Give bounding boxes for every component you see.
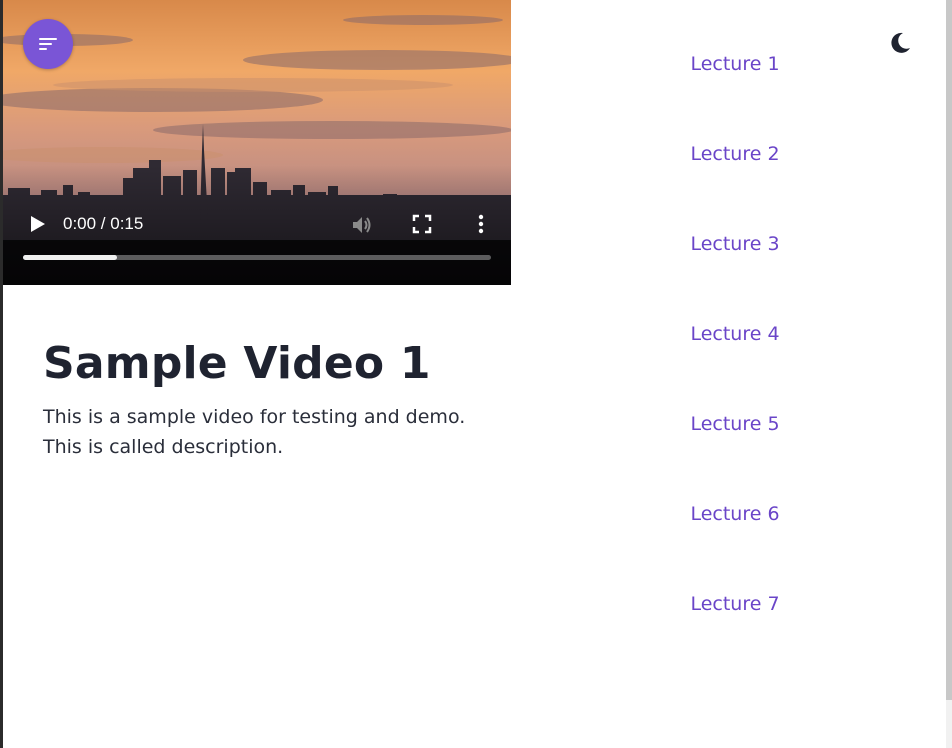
description-line: This is a sample video for testing and d… bbox=[43, 406, 466, 428]
lecture-label: Lecture 7 bbox=[690, 593, 780, 615]
lecture-label: Lecture 4 bbox=[690, 323, 780, 345]
page-scrollbar[interactable] bbox=[946, 0, 952, 748]
lecture-item-7[interactable]: Lecture 7 bbox=[640, 590, 830, 680]
lecture-label: Lecture 3 bbox=[690, 233, 780, 255]
lecture-label: Lecture 5 bbox=[690, 413, 780, 435]
video-title: Sample Video 1 bbox=[43, 338, 431, 389]
description-line: This is called description. bbox=[43, 436, 284, 458]
video-progress-bar[interactable] bbox=[23, 255, 491, 260]
play-icon[interactable] bbox=[27, 214, 47, 234]
menu-lines-icon bbox=[39, 38, 57, 50]
lecture-label: Lecture 6 bbox=[690, 503, 780, 525]
lecture-label: Lecture 2 bbox=[690, 143, 780, 165]
lecture-label: Lecture 1 bbox=[690, 53, 780, 75]
lecture-item-4[interactable]: Lecture 4 bbox=[640, 320, 830, 410]
video-description: This is a sample video for testing and d… bbox=[43, 402, 503, 462]
scrollbar-thumb[interactable] bbox=[946, 0, 952, 700]
more-vertical-icon[interactable] bbox=[473, 213, 489, 235]
lecture-item-5[interactable]: Lecture 5 bbox=[640, 410, 830, 500]
lecture-item-3[interactable]: Lecture 3 bbox=[640, 230, 830, 320]
lecture-item-6[interactable]: Lecture 6 bbox=[640, 500, 830, 590]
video-progress-fill bbox=[23, 255, 117, 260]
lecture-item-1[interactable]: Lecture 1 bbox=[640, 50, 830, 140]
lecture-list: Lecture 1 Lecture 2 Lecture 3 Lecture 4 … bbox=[640, 50, 830, 680]
video-player[interactable]: 0:00 / 0:15 bbox=[3, 0, 511, 285]
lecture-item-2[interactable]: Lecture 2 bbox=[640, 140, 830, 230]
time-display: 0:00 / 0:15 bbox=[63, 214, 144, 233]
fullscreen-icon[interactable] bbox=[411, 213, 433, 235]
menu-button[interactable] bbox=[23, 19, 73, 69]
volume-icon[interactable] bbox=[350, 213, 374, 237]
moon-icon[interactable] bbox=[888, 31, 912, 55]
